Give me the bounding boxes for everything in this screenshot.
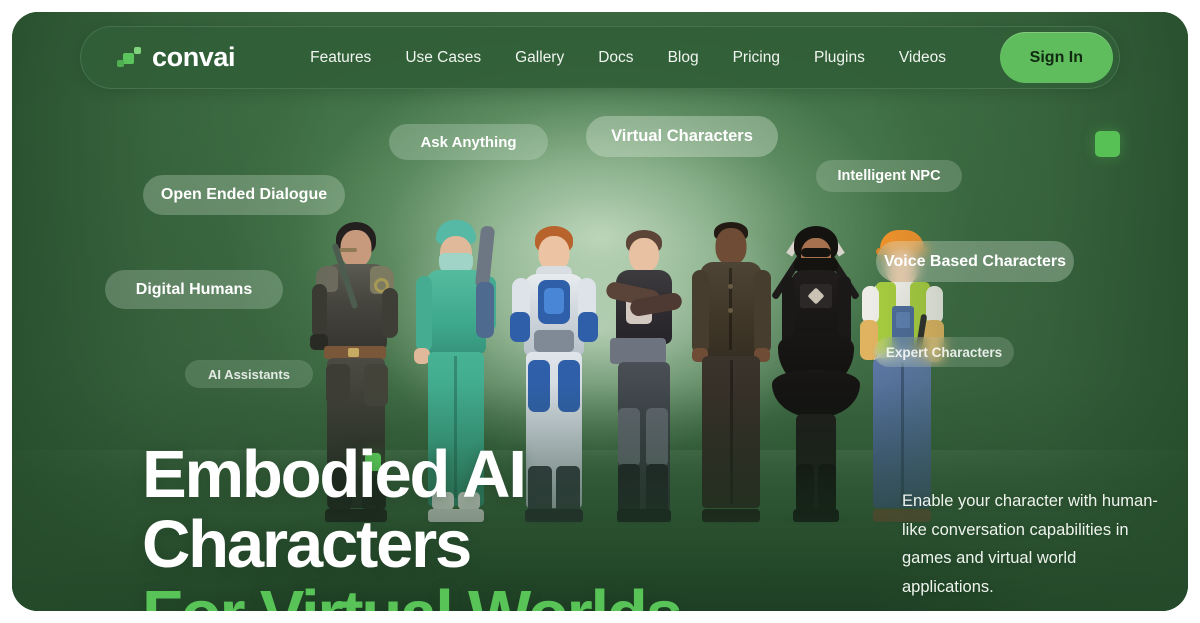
sign-in-button[interactable]: Sign In bbox=[999, 32, 1113, 83]
hero-headline-block: Embodied AI Characters For Virtual World… bbox=[142, 440, 802, 611]
nav-item-blog[interactable]: Blog bbox=[651, 41, 716, 75]
brand-logo[interactable]: convai bbox=[117, 42, 236, 73]
nav-item-docs[interactable]: Docs bbox=[581, 41, 650, 75]
tag-pill-digital-humans[interactable]: Digital Humans bbox=[105, 270, 283, 309]
tag-pill-voice-based-characters[interactable]: Voice Based Characters bbox=[876, 241, 1074, 282]
nav-item-pricing[interactable]: Pricing bbox=[716, 41, 797, 75]
nav-item-gallery[interactable]: Gallery bbox=[498, 41, 581, 75]
accent-square-top-right bbox=[1095, 131, 1120, 157]
tag-pill-ask-anything[interactable]: Ask Anything bbox=[389, 124, 548, 160]
hero-headline-line-1: Embodied AI Characters bbox=[142, 437, 527, 582]
tag-pill-intelligent-npc[interactable]: Intelligent NPC bbox=[816, 160, 962, 192]
nav-item-features[interactable]: Features bbox=[293, 41, 388, 75]
nav-item-plugins[interactable]: Plugins bbox=[797, 41, 882, 75]
tag-pill-virtual-characters[interactable]: Virtual Characters bbox=[586, 116, 778, 157]
hero-headline-line-2: For Virtual Worlds bbox=[142, 578, 802, 611]
hero-page: convai Features Use Cases Gallery Docs B… bbox=[12, 12, 1188, 611]
nav-links: Features Use Cases Gallery Docs Blog Pri… bbox=[293, 41, 963, 75]
convai-squares-icon bbox=[117, 46, 141, 69]
tag-pill-ai-assistants[interactable]: AI Assistants bbox=[185, 360, 313, 388]
tag-pill-expert-characters[interactable]: Expert Characters bbox=[874, 337, 1014, 367]
nav-item-videos[interactable]: Videos bbox=[882, 41, 963, 75]
top-navigation-bar: convai Features Use Cases Gallery Docs B… bbox=[80, 26, 1120, 89]
hero-subtext: Enable your character with human-like co… bbox=[902, 492, 1158, 596]
nav-item-use-cases[interactable]: Use Cases bbox=[388, 41, 498, 75]
brand-name: convai bbox=[152, 42, 236, 72]
tag-pill-open-ended-dialogue[interactable]: Open Ended Dialogue bbox=[143, 175, 345, 215]
